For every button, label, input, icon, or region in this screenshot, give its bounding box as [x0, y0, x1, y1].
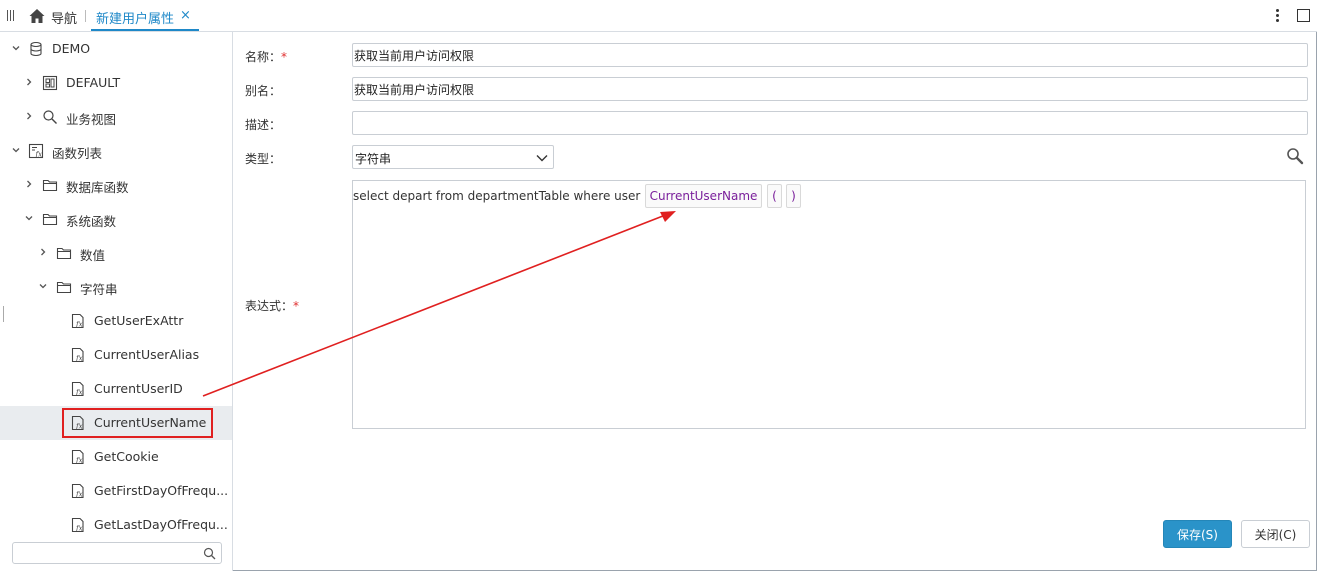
chevron-right-icon[interactable]	[24, 179, 34, 189]
function-icon: fx	[71, 347, 84, 363]
chevron-down-icon	[536, 155, 548, 162]
tree-item-system-functions[interactable]: 系统函数	[0, 202, 232, 236]
folder-icon	[42, 179, 58, 192]
tree-item-label: CurrentUserID	[94, 381, 183, 396]
tree-item-label: 字符串	[80, 282, 118, 297]
highlight-annotation-box	[62, 408, 213, 438]
expression-token-paren-close[interactable]: )	[786, 184, 801, 208]
tree-item-label: GetUserExAttr	[94, 313, 184, 328]
tree-item-function[interactable]: fx GetLastDayOfFrequ...	[0, 508, 232, 542]
tree-item-db-functions[interactable]: 数据库函数	[0, 168, 232, 202]
required-mark: *	[281, 50, 288, 64]
chevron-down-icon[interactable]	[11, 43, 21, 53]
svg-text:fx: fx	[35, 151, 43, 159]
chevron-right-icon[interactable]	[24, 111, 34, 121]
tree-item-label: GetCookie	[94, 449, 159, 464]
function-list-icon: fx	[28, 143, 44, 159]
tree-item-label: GetFirstDayOfFrequ...	[94, 483, 229, 498]
close-button[interactable]: 关闭(C)	[1241, 520, 1310, 548]
svg-text:fx: fx	[75, 457, 83, 465]
chevron-right-icon[interactable]	[38, 247, 48, 257]
save-button[interactable]: 保存(S)	[1163, 520, 1232, 548]
tree-item-label: DEFAULT	[66, 75, 121, 90]
expression-token-function[interactable]: CurrentUserName	[645, 184, 762, 208]
folder-icon	[56, 281, 72, 294]
tree-search[interactable]	[12, 542, 222, 564]
folder-icon	[42, 213, 58, 226]
resize-handle[interactable]	[3, 306, 4, 322]
tree-item-function[interactable]: fx GetFirstDayOfFrequ...	[0, 474, 232, 508]
tree-item-business-view[interactable]: 业务视图	[0, 100, 232, 134]
chevron-right-icon[interactable]	[24, 77, 34, 87]
name-label: 名称：*	[245, 50, 288, 64]
chevron-down-icon[interactable]	[38, 281, 48, 291]
home-icon[interactable]	[28, 7, 46, 25]
expression-editor[interactable]: select depart from departmentTable where…	[352, 180, 1306, 429]
tree-search-input[interactable]	[17, 544, 197, 562]
type-select-value: 字符串	[355, 152, 392, 166]
svg-text:fx: fx	[75, 389, 83, 397]
nav-label[interactable]: 导航	[51, 8, 77, 27]
tab-close-icon[interactable]: ×	[180, 8, 191, 23]
database-icon	[30, 41, 42, 57]
tree-item-function[interactable]: fx CurrentUserAlias	[0, 338, 232, 372]
tree-item-function[interactable]: fx CurrentUserID	[0, 372, 232, 406]
tree-item-label: 业务视图	[66, 112, 117, 127]
required-mark: *	[293, 299, 300, 313]
tree-item-demo[interactable]: DEMO	[0, 32, 232, 66]
chevron-down-icon[interactable]	[11, 145, 21, 155]
tree-item-numeric[interactable]: 数值	[0, 236, 232, 270]
name-field[interactable]	[352, 43, 1308, 67]
chevron-down-icon[interactable]	[24, 213, 34, 223]
alias-label: 别名：	[245, 84, 282, 98]
tree-item-label: 数据库函数	[66, 180, 129, 195]
svg-text:fx: fx	[75, 491, 83, 499]
tree-item-label: DEMO	[52, 41, 91, 56]
tree-item-label: CurrentUserAlias	[94, 347, 200, 362]
sidebar-toggle-icon[interactable]	[6, 10, 16, 22]
description-field[interactable]	[352, 111, 1308, 135]
function-icon: fx	[71, 381, 84, 397]
top-bar: 导航 新建用户属性 ×	[0, 0, 1317, 32]
tree-item-function[interactable]: fx GetCookie	[0, 440, 232, 474]
svg-text:fx: fx	[75, 321, 83, 329]
tab-separator	[85, 10, 86, 22]
tree-item-label: GetLastDayOfFrequ...	[94, 517, 228, 532]
search-view-icon	[43, 110, 57, 124]
type-select[interactable]: 字符串	[352, 145, 554, 169]
tree-item-label: 数值	[80, 248, 106, 263]
type-label: 类型：	[245, 152, 282, 166]
tree-item-function[interactable]: fx GetUserExAttr	[0, 304, 232, 338]
alias-field[interactable]	[352, 77, 1308, 101]
active-tab-indicator	[91, 29, 199, 31]
description-label: 描述：	[245, 118, 282, 132]
svg-text:fx: fx	[75, 525, 83, 533]
expression-token-paren-open[interactable]: (	[767, 184, 782, 208]
tree-item-string[interactable]: 字符串	[0, 270, 232, 304]
expression-text: select depart from departmentTable where…	[353, 189, 655, 203]
search-icon[interactable]	[203, 547, 216, 560]
function-icon: fx	[71, 517, 84, 533]
tree-item-function-list[interactable]: fx 函数列表	[0, 134, 232, 168]
folder-icon	[56, 247, 72, 260]
expression-label: 表达式：*	[245, 299, 300, 313]
magnifier-icon[interactable]	[1286, 147, 1304, 165]
svg-text:fx: fx	[75, 355, 83, 363]
function-icon: fx	[71, 483, 84, 499]
resource-tree: DEMO DEFAULT 业务视图 fx 函数列表 数据库函数 系统函数 数值 …	[0, 32, 233, 571]
function-icon: fx	[71, 449, 84, 465]
tab-new-user-attribute[interactable]: 新建用户属性	[96, 8, 174, 27]
maximize-icon[interactable]	[1297, 9, 1310, 22]
tree-item-label: 函数列表	[52, 146, 103, 161]
function-icon: fx	[71, 313, 84, 329]
schema-icon	[42, 75, 58, 91]
more-options-icon[interactable]	[1272, 8, 1282, 24]
tree-item-default[interactable]: DEFAULT	[0, 66, 232, 100]
tree-item-label: 系统函数	[66, 214, 117, 229]
